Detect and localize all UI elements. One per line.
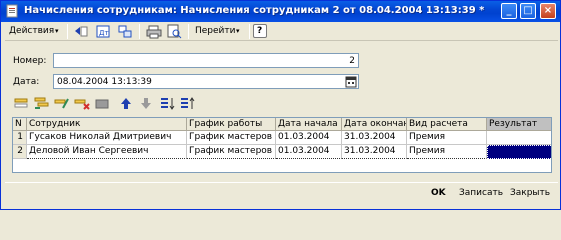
footer-divider: [5, 182, 558, 183]
date-field[interactable]: 08.04.2004 13:13:39: [53, 74, 359, 89]
end-date-cell[interactable]: 31.03.2004: [342, 131, 407, 145]
employee-cell[interactable]: Деловой Иван Сергеевич: [27, 145, 187, 159]
number-field[interactable]: 2: [53, 53, 359, 68]
schedule-cell[interactable]: График мастеров: [187, 131, 276, 145]
delete-row-icon[interactable]: [74, 96, 90, 111]
copy-row-icon[interactable]: [34, 96, 50, 111]
date-value: 08.04.2004 13:13:39: [57, 77, 152, 87]
structure-icon[interactable]: [117, 24, 133, 39]
calc-type-cell[interactable]: Премия: [407, 145, 487, 159]
row-number: 2: [13, 145, 27, 159]
svg-text:Дт: Дт: [99, 29, 109, 37]
goto-menu-label: Перейти: [195, 26, 236, 36]
result-cell-selected[interactable]: [487, 145, 551, 159]
move-back-icon[interactable]: [73, 24, 89, 39]
start-date-cell[interactable]: 01.03.2004: [276, 131, 342, 145]
window-title: Начисления сотрудникам: Начисления сотру…: [24, 5, 485, 16]
employee-cell[interactable]: Гусаков Николай Дмитриевич: [27, 131, 187, 145]
edit-row-icon[interactable]: [54, 96, 70, 111]
document-window: Начисления сотрудникам: Начисления сотру…: [0, 0, 561, 210]
number-value: 2: [349, 56, 355, 66]
print-preview-icon[interactable]: [166, 24, 182, 39]
close-button[interactable]: ×: [540, 3, 556, 19]
chevron-down-icon: ▾: [236, 27, 240, 35]
move-up-icon[interactable]: [118, 96, 134, 111]
column-header-result[interactable]: Результат: [487, 118, 551, 131]
sort-descending-icon[interactable]: [180, 96, 196, 111]
toolbar: Действия ▾ Дт Перейти ▾ ?: [5, 23, 558, 41]
schedule-cell[interactable]: График мастеров: [187, 145, 276, 159]
document-icon: [6, 4, 18, 18]
title-bar[interactable]: Начисления сотрудникам: Начисления сотру…: [1, 1, 560, 22]
help-icon: ?: [257, 26, 263, 36]
print-icon[interactable]: [146, 24, 162, 39]
calc-type-cell[interactable]: Премия: [407, 131, 487, 145]
actions-menu[interactable]: Действия ▾: [7, 23, 63, 40]
column-header-employee[interactable]: Сотрудник: [27, 118, 187, 131]
save-button[interactable]: Записать: [459, 188, 503, 204]
chevron-down-icon: ▾: [55, 27, 59, 35]
move-down-icon[interactable]: [138, 96, 154, 111]
help-button[interactable]: ?: [253, 24, 267, 38]
end-edit-icon[interactable]: [94, 96, 110, 111]
column-header-end-date[interactable]: Дата окончания: [342, 118, 407, 131]
minimize-button[interactable]: _: [501, 3, 517, 19]
number-label: Номер:: [13, 56, 47, 66]
row-number: 1: [13, 131, 27, 145]
maximize-button[interactable]: □: [520, 3, 536, 19]
close-form-button[interactable]: Закрыть: [510, 188, 550, 204]
table-toolbar: [14, 95, 214, 113]
result-cell[interactable]: [487, 131, 551, 145]
column-header-calc-type[interactable]: Вид расчета: [407, 118, 487, 131]
column-header-start-date[interactable]: Дата начала: [276, 118, 342, 131]
sort-ascending-icon[interactable]: [160, 96, 176, 111]
calendar-icon[interactable]: [345, 76, 357, 88]
start-date-cell[interactable]: 01.03.2004: [276, 145, 342, 159]
employees-table[interactable]: N Сотрудник График работы Дата начала Да…: [12, 117, 552, 173]
end-date-cell[interactable]: 31.03.2004: [342, 145, 407, 159]
column-header-schedule[interactable]: График работы: [187, 118, 276, 131]
actions-menu-label: Действия: [9, 26, 55, 36]
ok-button[interactable]: OK: [431, 188, 446, 204]
journal-icon[interactable]: Дт: [95, 24, 111, 39]
date-label: Дата:: [13, 77, 40, 87]
add-row-icon[interactable]: [14, 96, 30, 111]
column-header-n[interactable]: N: [13, 118, 27, 131]
goto-menu[interactable]: Перейти ▾: [193, 23, 247, 40]
